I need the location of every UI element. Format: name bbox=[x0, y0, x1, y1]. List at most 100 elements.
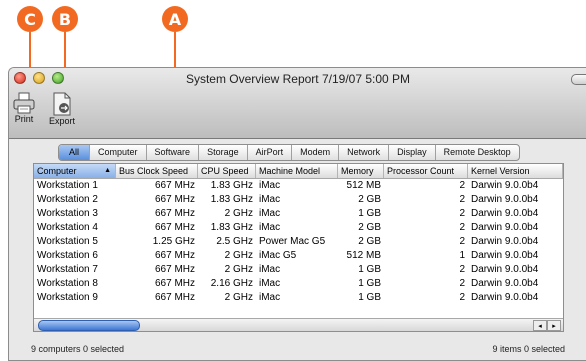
tab-computer[interactable]: Computer bbox=[89, 145, 146, 160]
table-cell: 2 bbox=[459, 236, 465, 247]
table-cell: 1.83 GHz bbox=[210, 222, 253, 233]
toolbar-toggle-button[interactable] bbox=[571, 74, 586, 85]
table-cell: 2 GHz bbox=[224, 250, 253, 261]
table-cell: 1 GB bbox=[358, 292, 381, 303]
table-cell: Darwin 9.0.0b4 bbox=[471, 264, 539, 275]
table-cell: iMac bbox=[259, 222, 281, 233]
table-row[interactable]: Workstation 8 667 MHz 2.16 GHz iMac 1 GB 2 Dar… bbox=[34, 277, 563, 291]
column-header-machine-model[interactable]: Machine Model bbox=[256, 164, 338, 178]
table-row[interactable]: Workstation 4 667 MHz 1.83 GHz iMac 2 GB 2 Dar… bbox=[34, 221, 563, 235]
table-cell: Workstation 7 bbox=[37, 264, 98, 275]
table-cell: 1 GB bbox=[358, 208, 381, 219]
status-computers-selected: 9 computers 0 selected bbox=[31, 344, 125, 354]
table-row[interactable]: Workstation 6 667 MHz 2 GHz iMac G5 512 MB 1 D… bbox=[34, 249, 563, 263]
table-cell: 667 MHz bbox=[154, 250, 195, 261]
table-cell: 667 MHz bbox=[154, 264, 195, 275]
report-window: System Overview Report 7/19/07 5:00 PM P… bbox=[8, 67, 586, 361]
column-header-computer[interactable]: Computer ▲ bbox=[34, 164, 116, 178]
table-cell: 1 GB bbox=[358, 264, 381, 275]
column-header-label: Computer bbox=[37, 166, 77, 176]
table-cell: 2.16 GHz bbox=[210, 278, 253, 289]
table-cell: 2 bbox=[459, 264, 465, 275]
report-tab-bar: All Computer Software Storage AirPort Mo… bbox=[58, 144, 520, 161]
table-cell: Workstation 8 bbox=[37, 278, 98, 289]
table-cell: Workstation 4 bbox=[37, 222, 98, 233]
table-cell: Darwin 9.0.0b4 bbox=[471, 194, 539, 205]
table-cell: iMac G5 bbox=[259, 250, 297, 261]
table-cell: Workstation 1 bbox=[37, 180, 98, 191]
scroll-right-icon[interactable]: ▸ bbox=[547, 320, 561, 331]
report-table: Computer ▲ Bus Clock Speed CPU Speed Mac… bbox=[33, 163, 564, 332]
table-cell: 2.5 GHz bbox=[216, 236, 253, 247]
print-button[interactable]: Print bbox=[13, 92, 35, 124]
table-cell: 1.83 GHz bbox=[210, 180, 253, 191]
tab-network[interactable]: Network bbox=[338, 145, 388, 160]
table-cell: Darwin 9.0.0b4 bbox=[471, 292, 539, 303]
table-row[interactable]: Workstation 2 667 MHz 1.83 GHz iMac 2 GB 2 Dar… bbox=[34, 193, 563, 207]
table-cell: 667 MHz bbox=[154, 278, 195, 289]
column-header-processor-count[interactable]: Processor Count bbox=[384, 164, 468, 178]
callout-a: A bbox=[162, 6, 188, 32]
column-header-memory[interactable]: Memory bbox=[338, 164, 384, 178]
status-items-selected: 9 items 0 selected bbox=[492, 344, 565, 354]
print-label: Print bbox=[14, 114, 34, 124]
table-cell: 667 MHz bbox=[154, 180, 195, 191]
table-row[interactable]: Workstation 9 667 MHz 2 GHz iMac 1 GB 2 Darwin… bbox=[34, 291, 563, 305]
table-header: Computer ▲ Bus Clock Speed CPU Speed Mac… bbox=[34, 164, 563, 179]
table-cell: 1.83 GHz bbox=[210, 194, 253, 205]
table-cell: Darwin 9.0.0b4 bbox=[471, 236, 539, 247]
export-icon bbox=[53, 92, 71, 116]
horizontal-scrollbar[interactable]: ◂ ▸ bbox=[34, 318, 563, 331]
scroll-left-icon[interactable]: ◂ bbox=[533, 320, 547, 331]
scrollbar-thumb[interactable] bbox=[38, 320, 140, 331]
table-cell: Darwin 9.0.0b4 bbox=[471, 180, 539, 191]
column-header-kernel-version[interactable]: Kernel Version bbox=[468, 164, 563, 178]
table-row[interactable]: Workstation 5 1.25 GHz 2.5 GHz Power Mac G5… bbox=[34, 235, 563, 249]
tab-display[interactable]: Display bbox=[388, 145, 435, 160]
printer-icon bbox=[13, 92, 35, 114]
table-cell: 1.25 GHz bbox=[152, 236, 195, 247]
table-cell: 667 MHz bbox=[154, 292, 195, 303]
table-cell: 512 MB bbox=[346, 250, 381, 261]
callout-b: B bbox=[52, 6, 78, 32]
table-row[interactable]: Workstation 1 667 MHz 1.83 GHz iMac 512 MB 2 D… bbox=[34, 179, 563, 193]
table-cell: Workstation 6 bbox=[37, 250, 98, 261]
table-cell: 2 GHz bbox=[224, 292, 253, 303]
tab-software[interactable]: Software bbox=[145, 145, 199, 160]
table-row[interactable]: Workstation 3 667 MHz 2 GHz iMac 1 GB 2 Darwin… bbox=[34, 207, 563, 221]
table-cell: 2 bbox=[459, 180, 465, 191]
table-cell: Darwin 9.0.0b4 bbox=[471, 250, 539, 261]
tab-storage[interactable]: Storage bbox=[198, 145, 247, 160]
tab-all[interactable]: All bbox=[59, 145, 90, 160]
table-cell: 667 MHz bbox=[154, 194, 195, 205]
table-cell: Power Mac G5 bbox=[259, 236, 326, 247]
tab-airport[interactable]: AirPort bbox=[246, 145, 292, 160]
tab-remote-desktop[interactable]: Remote Desktop bbox=[434, 145, 519, 160]
scroll-arrows: ◂ ▸ bbox=[533, 320, 561, 331]
table-cell: Darwin 9.0.0b4 bbox=[471, 208, 539, 219]
column-header-bus-clock-speed[interactable]: Bus Clock Speed bbox=[116, 164, 198, 178]
table-cell: 2 GHz bbox=[224, 264, 253, 275]
table-cell: 2 GB bbox=[358, 194, 381, 205]
column-header-cpu-speed[interactable]: CPU Speed bbox=[198, 164, 256, 178]
table-cell: Workstation 5 bbox=[37, 236, 98, 247]
export-label: Export bbox=[49, 116, 76, 126]
table-cell: Workstation 2 bbox=[37, 194, 98, 205]
table-cell: 1 GB bbox=[358, 278, 381, 289]
table-cell: 512 MB bbox=[346, 180, 381, 191]
table-cell: 667 MHz bbox=[154, 208, 195, 219]
table-cell: iMac bbox=[259, 208, 281, 219]
table-cell: 2 GB bbox=[358, 236, 381, 247]
table-cell: iMac bbox=[259, 292, 281, 303]
sort-ascending-icon: ▲ bbox=[104, 167, 111, 174]
callout-c: C bbox=[17, 6, 43, 32]
table-cell: 667 MHz bbox=[154, 222, 195, 233]
export-button[interactable]: Export bbox=[49, 92, 75, 126]
table-cell: 2 bbox=[459, 208, 465, 219]
table-row[interactable]: Workstation 7 667 MHz 2 GHz iMac 1 GB 2 Darwin… bbox=[34, 263, 563, 277]
table-cell: 2 GHz bbox=[224, 208, 253, 219]
table-cell: iMac bbox=[259, 180, 281, 191]
window-title: System Overview Report 7/19/07 5:00 PM bbox=[185, 72, 411, 86]
table-cell: Darwin 9.0.0b4 bbox=[471, 222, 539, 233]
tab-modem[interactable]: Modem bbox=[291, 145, 338, 160]
